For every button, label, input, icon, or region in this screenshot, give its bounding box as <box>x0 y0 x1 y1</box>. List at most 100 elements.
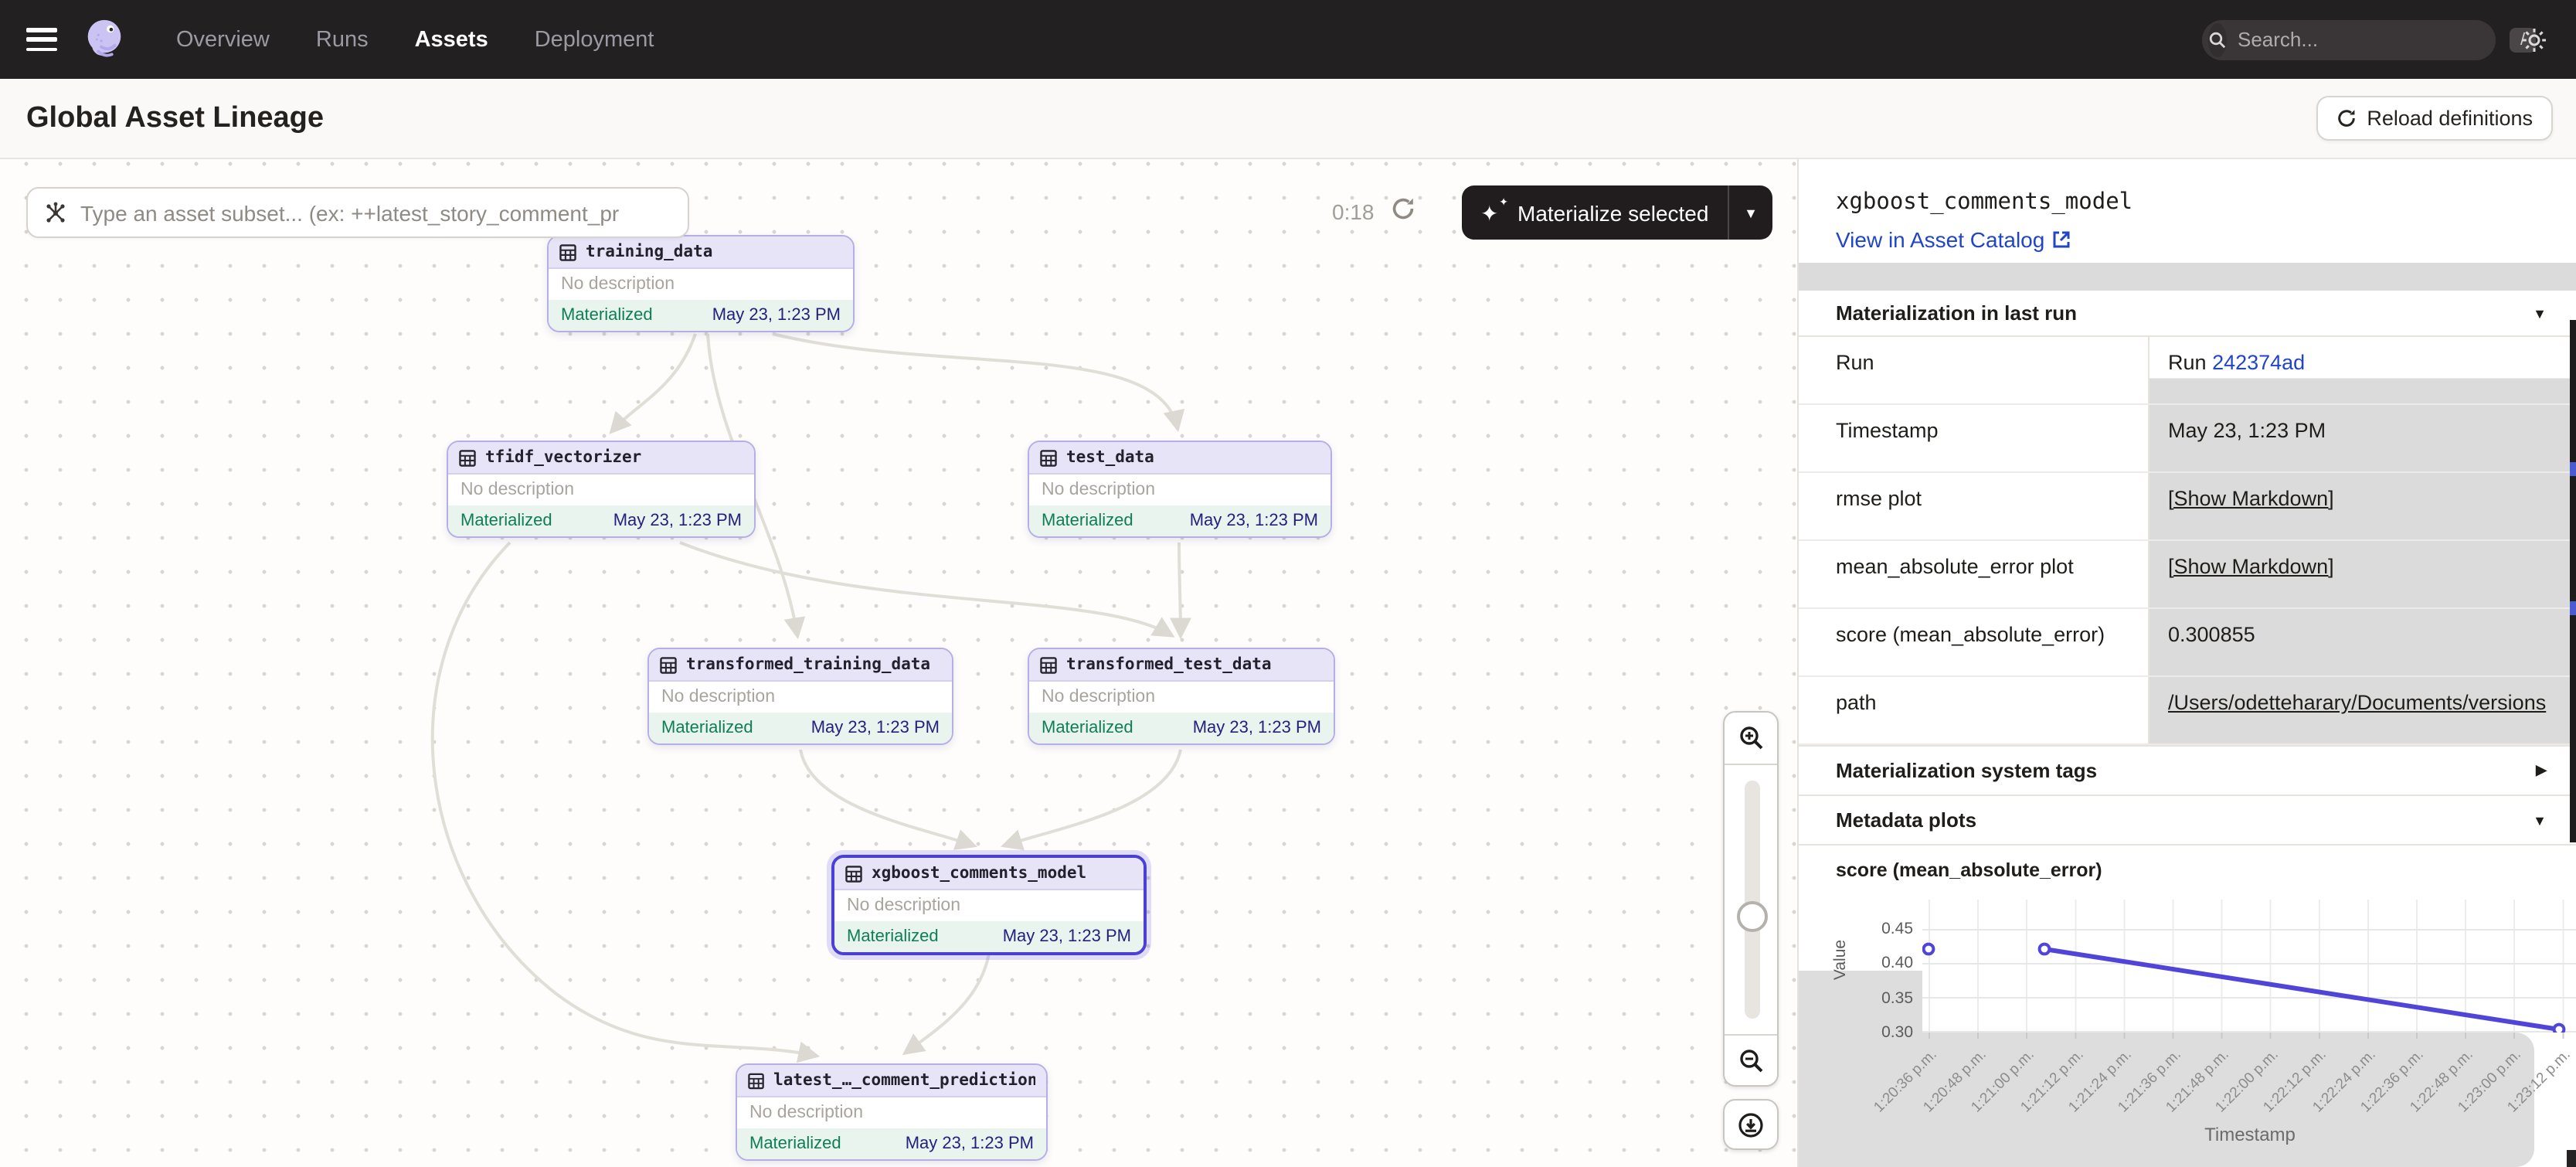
node-status: Materialized <box>661 719 753 737</box>
node-description: No description <box>749 1104 863 1122</box>
panel-scrollbar[interactable] <box>2570 320 2576 842</box>
node-date: May 23, 1:23 PM <box>1193 719 1321 737</box>
asset-details-panel: xgboost_comments_model View in Asset Cat… <box>1797 159 2576 1167</box>
section-metadata-plots[interactable]: Metadata plots ▼ <box>1799 794 2576 844</box>
asset-subset-input[interactable] <box>28 200 688 225</box>
zoom-controls <box>1723 711 1779 1087</box>
page-header: Global Asset Lineage Reload definitions <box>0 79 2576 159</box>
download-icon <box>1737 1111 1765 1138</box>
node-description: No description <box>1042 481 1155 499</box>
chart-line-series <box>1922 900 2576 1033</box>
node-status: Materialized <box>847 927 939 946</box>
asset-node-xgboost-comments-model[interactable]: xgboost_comments_model No description Ma… <box>831 855 1147 955</box>
metadata-table: Run Run 242374ad Timestamp May 23, 1:23 … <box>1799 337 2576 745</box>
asset-subset-filter[interactable] <box>26 187 689 238</box>
asset-node-test-data[interactable]: test_data No description Materialized Ma… <box>1028 441 1332 538</box>
gear-icon[interactable] <box>2520 26 2548 53</box>
node-date: May 23, 1:23 PM <box>811 719 940 737</box>
table-row: rmse plot [Show Markdown] <box>1799 473 2576 541</box>
nav-right: / <box>2202 19 2576 60</box>
external-link-icon <box>2052 230 2071 249</box>
node-description: No description <box>847 897 960 915</box>
view-in-asset-catalog-link[interactable]: View in Asset Catalog <box>1836 227 2071 252</box>
run-link[interactable]: 242374ad <box>2212 351 2305 374</box>
table-icon <box>1040 449 1057 466</box>
path-link[interactable]: /Users/odetteharary/Documents/versions <box>2168 691 2546 714</box>
hamburger-menu-icon[interactable] <box>26 28 57 51</box>
dagster-logo-icon[interactable] <box>80 15 128 63</box>
node-date: May 23, 1:23 PM <box>712 306 841 325</box>
y-tick-label: 0.30 <box>1842 1023 1913 1042</box>
graph-toolbar: 0:18 ✦✦ Materialize selected ▼ <box>0 159 1797 252</box>
table-icon <box>748 1072 764 1089</box>
asset-node-latest-comment-predictions[interactable]: latest_…_comment_predictions No descript… <box>736 1063 1048 1161</box>
global-search[interactable]: / <box>2202 19 2496 60</box>
table-icon <box>459 449 476 466</box>
asset-lineage-canvas[interactable]: training_data No description Materialize… <box>0 159 1797 1167</box>
zoom-slider-handle[interactable] <box>1737 901 1768 932</box>
top-nav: Overview Runs Assets Deployment / <box>0 0 2576 79</box>
zoom-in-button[interactable] <box>1725 713 1777 764</box>
zoom-out-icon <box>1738 1048 1764 1074</box>
y-tick-label: 0.35 <box>1842 989 1913 1008</box>
zoom-in-icon <box>1738 725 1764 751</box>
sparkle-icon: ✦✦ <box>1480 200 1505 225</box>
table-icon <box>660 656 677 673</box>
asset-node-transformed-test-data[interactable]: transformed_test_data No description Mat… <box>1028 648 1335 745</box>
asset-title: xgboost_comments_model <box>1836 190 2133 215</box>
chart-title: score (mean_absolute_error) <box>1799 844 2576 893</box>
nav-item-deployment[interactable]: Deployment <box>535 27 654 52</box>
refresh-timer: 0:18 <box>1332 199 1375 224</box>
selection-highlight-band <box>1799 263 2576 291</box>
node-status: Materialized <box>460 512 552 530</box>
show-markdown-link[interactable]: [Show Markdown] <box>2168 555 2334 578</box>
asset-node-tfidf-vectorizer[interactable]: tfidf_vectorizer No description Material… <box>447 441 756 538</box>
nav-item-runs[interactable]: Runs <box>316 27 369 52</box>
search-icon <box>2208 22 2227 56</box>
node-description: No description <box>561 275 675 294</box>
chevron-down-icon[interactable]: ▼ <box>2533 305 2547 321</box>
y-tick-label: 0.40 <box>1842 954 1913 972</box>
node-description: No description <box>460 481 574 499</box>
node-description: No description <box>1042 688 1155 706</box>
asset-node-transformed-training-data[interactable]: transformed_training_data No description… <box>647 648 953 745</box>
table-row: Run Run 242374ad <box>1799 337 2576 405</box>
x-axis-label: Timestamp <box>1922 1124 2576 1145</box>
reload-definitions-button[interactable]: Reload definitions <box>2316 96 2553 141</box>
node-status: Materialized <box>1042 719 1133 737</box>
primary-nav: Overview Runs Assets Deployment <box>176 27 654 52</box>
asset-graph-icon <box>43 201 68 226</box>
y-axis-label: Value <box>1831 940 1850 980</box>
zoom-out-button[interactable] <box>1725 1036 1777 1087</box>
materialize-selected-button[interactable]: ✦✦ Materialize selected ▼ <box>1462 185 1772 240</box>
materialize-dropdown-caret[interactable]: ▼ <box>1729 205 1772 220</box>
reload-icon <box>2336 108 2356 128</box>
node-date: May 23, 1:23 PM <box>1003 927 1131 946</box>
zoom-slider[interactable] <box>1725 765 1777 1034</box>
node-date: May 23, 1:23 PM <box>613 512 742 530</box>
show-markdown-link[interactable]: [Show Markdown] <box>2168 487 2334 510</box>
section-materialization-system-tags[interactable]: Materialization system tags ▶ <box>1799 745 2576 794</box>
zoom-slider-track[interactable] <box>1745 781 1760 1019</box>
y-tick-label: 0.45 <box>1842 920 1913 938</box>
refresh-icon[interactable] <box>1391 196 1415 221</box>
chevron-right-icon[interactable]: ▶ <box>2536 762 2547 779</box>
node-description: No description <box>661 688 775 706</box>
section-materialization-in-last-run[interactable]: Materialization in last run ▼ <box>1799 291 2576 337</box>
page-title: Global Asset Lineage <box>26 101 324 135</box>
table-row: path /Users/odetteharary/Documents/versi… <box>1799 677 2576 745</box>
node-date: May 23, 1:23 PM <box>1190 512 1318 530</box>
x-axis-ticks <box>1922 1033 2576 1039</box>
search-input[interactable] <box>2227 28 2510 51</box>
table-row: mean_absolute_error plot [Show Markdown] <box>1799 541 2576 609</box>
nav-item-overview[interactable]: Overview <box>176 27 270 52</box>
table-row: Timestamp May 23, 1:23 PM <box>1799 405 2576 473</box>
chevron-down-icon[interactable]: ▼ <box>2533 812 2547 828</box>
app-window: Overview Runs Assets Deployment / <box>0 0 2576 1167</box>
node-status: Materialized <box>561 306 653 325</box>
download-image-button[interactable] <box>1723 1099 1779 1150</box>
scrollbar-corner <box>2567 1150 2576 1167</box>
table-row: score (mean_absolute_error) 0.300855 <box>1799 609 2576 677</box>
node-status: Materialized <box>1042 512 1133 530</box>
nav-item-assets[interactable]: Assets <box>415 27 488 52</box>
